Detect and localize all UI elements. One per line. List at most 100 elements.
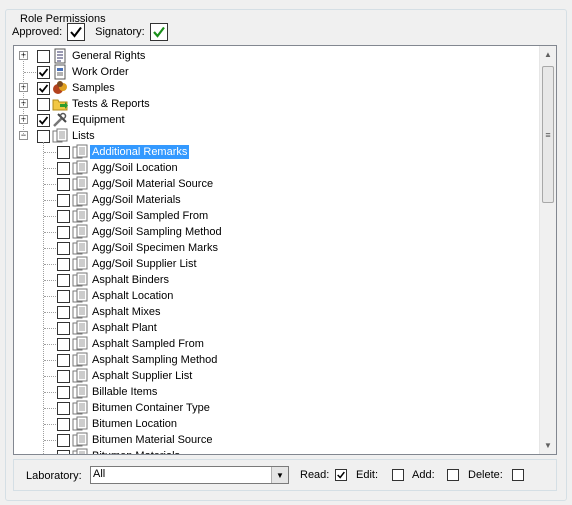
approved-checkbox[interactable] [67, 23, 86, 41]
list-item-label: Agg/Soil Materials [92, 194, 181, 206]
tree-scrollbar[interactable]: ▲ ≡ ▼ [539, 46, 556, 454]
list-item-checkbox[interactable] [57, 450, 70, 454]
list-item-checkbox[interactable] [57, 386, 70, 399]
list-item-checkbox[interactable] [57, 306, 70, 319]
lists-icon [72, 208, 88, 224]
list-item[interactable]: Asphalt Binders [14, 272, 540, 288]
folder-arrow-icon [52, 96, 68, 112]
scroll-up-button[interactable]: ▲ [540, 46, 556, 63]
list-item-checkbox[interactable] [57, 178, 70, 191]
tree-item[interactable]: + Equipment [14, 112, 540, 128]
tree-item-label: Equipment [72, 114, 125, 126]
tree-item[interactable]: + Samples [14, 80, 540, 96]
list-item-checkbox[interactable] [57, 402, 70, 415]
checkmark-icon [38, 68, 49, 77]
add-label: Add: [412, 469, 435, 481]
checkmark-icon [38, 116, 49, 125]
add-permission: Add: [412, 469, 459, 481]
list-item-checkbox[interactable] [57, 226, 70, 239]
tree-connector [44, 392, 56, 393]
list-item[interactable]: Additional Remarks [14, 144, 540, 160]
tree-connector [44, 280, 56, 281]
list-item-label: Agg/Soil Sampled From [92, 210, 209, 222]
list-item-checkbox[interactable] [57, 210, 70, 223]
list-item-checkbox[interactable] [57, 338, 70, 351]
list-item[interactable]: Billable Items [14, 384, 540, 400]
list-item-checkbox[interactable] [57, 162, 70, 175]
lists-icon [72, 304, 88, 320]
edit-checkbox[interactable] [392, 469, 405, 481]
document-icon [52, 64, 68, 80]
list-item-label: Asphalt Binders [92, 274, 170, 286]
list-item-checkbox[interactable] [57, 290, 70, 303]
signatory-checkbox[interactable] [149, 23, 168, 41]
list-item-checkbox[interactable] [57, 418, 70, 431]
permissions-tree[interactable]: + General Rights Work Order + Samples + Tests … [13, 45, 557, 455]
chevron-down-icon[interactable]: ▼ [271, 467, 288, 483]
tree-item[interactable]: + Tests & Reports [14, 96, 540, 112]
lists-icon [72, 416, 88, 432]
list-item-label: Asphalt Plant [92, 322, 157, 334]
lists-icon [72, 352, 88, 368]
lists-icon [72, 144, 88, 160]
list-item[interactable]: Bitumen Container Type [14, 400, 540, 416]
tree-item[interactable]: + General Rights [14, 48, 540, 64]
list-item-checkbox[interactable] [57, 370, 70, 383]
tree-connector [44, 200, 56, 201]
list-item[interactable]: Asphalt Location [14, 288, 540, 304]
list-item[interactable]: Agg/Soil Sampled From [14, 208, 540, 224]
list-item[interactable]: Agg/Soil Specimen Marks [14, 240, 540, 256]
laboratory-dropdown[interactable]: All ▼ [90, 466, 289, 484]
list-item[interactable]: Asphalt Sampling Method [14, 352, 540, 368]
list-item[interactable]: Asphalt Plant [14, 320, 540, 336]
list-item-label: Bitumen Material Source [92, 434, 213, 446]
list-item-checkbox[interactable] [57, 354, 70, 367]
list-item-checkbox[interactable] [57, 242, 70, 255]
lists-icon [72, 256, 88, 272]
tree-item[interactable]: Work Order [14, 64, 540, 80]
list-item-label: Bitumen Materials [90, 449, 182, 454]
list-item[interactable]: Bitumen Location [14, 416, 540, 432]
list-item-checkbox[interactable] [57, 434, 70, 447]
list-item-checkbox[interactable] [57, 322, 70, 335]
list-item[interactable]: Asphalt Sampled From [14, 336, 540, 352]
scroll-thumb[interactable]: ≡ [542, 66, 554, 203]
laboratory-label: Laboratory: [26, 470, 82, 482]
list-item-label: Billable Items [92, 386, 158, 398]
list-item[interactable]: Agg/Soil Material Source [14, 176, 540, 192]
list-item[interactable]: Agg/Soil Sampling Method [14, 224, 540, 240]
list-item[interactable]: Asphalt Mixes [14, 304, 540, 320]
list-item[interactable]: Asphalt Supplier List [14, 368, 540, 384]
tree-connector [44, 248, 56, 249]
list-item-checkbox[interactable] [57, 258, 70, 271]
list-item-checkbox[interactable] [57, 146, 70, 159]
tree-connector [44, 152, 56, 153]
delete-checkbox[interactable] [511, 469, 524, 481]
list-item[interactable]: Agg/Soil Supplier List [14, 256, 540, 272]
tree-connector [44, 424, 56, 425]
list-item-label: Asphalt Sampled From [92, 338, 204, 350]
list-item-checkbox[interactable] [57, 194, 70, 207]
tree-connector [44, 440, 56, 441]
tree-item-checkbox[interactable] [37, 82, 50, 95]
list-item[interactable]: Bitumen Material Source [14, 432, 540, 448]
tree-item-checkbox[interactable] [37, 98, 50, 111]
list-item[interactable]: Bitumen Materials [14, 448, 540, 454]
add-checkbox[interactable] [446, 469, 459, 481]
lists-icon [72, 368, 88, 384]
tree-connector [44, 312, 56, 313]
list-item-label: Additional Remarks [88, 144, 191, 160]
tree-item-checkbox[interactable] [37, 50, 50, 63]
tree-item-checkbox[interactable] [37, 66, 50, 79]
tree-item[interactable]: − Lists [14, 128, 540, 144]
tree-item-checkbox[interactable] [37, 114, 50, 127]
edit-label: Edit: [356, 469, 379, 481]
scroll-down-button[interactable]: ▼ [540, 437, 556, 454]
list-item[interactable]: Agg/Soil Location [14, 160, 540, 176]
lists-icon [72, 336, 88, 352]
list-item[interactable]: Agg/Soil Materials [14, 192, 540, 208]
tree-connector [44, 408, 56, 409]
lists-icon [72, 320, 88, 336]
list-item-checkbox[interactable] [57, 274, 70, 287]
read-checkbox[interactable] [335, 469, 348, 481]
